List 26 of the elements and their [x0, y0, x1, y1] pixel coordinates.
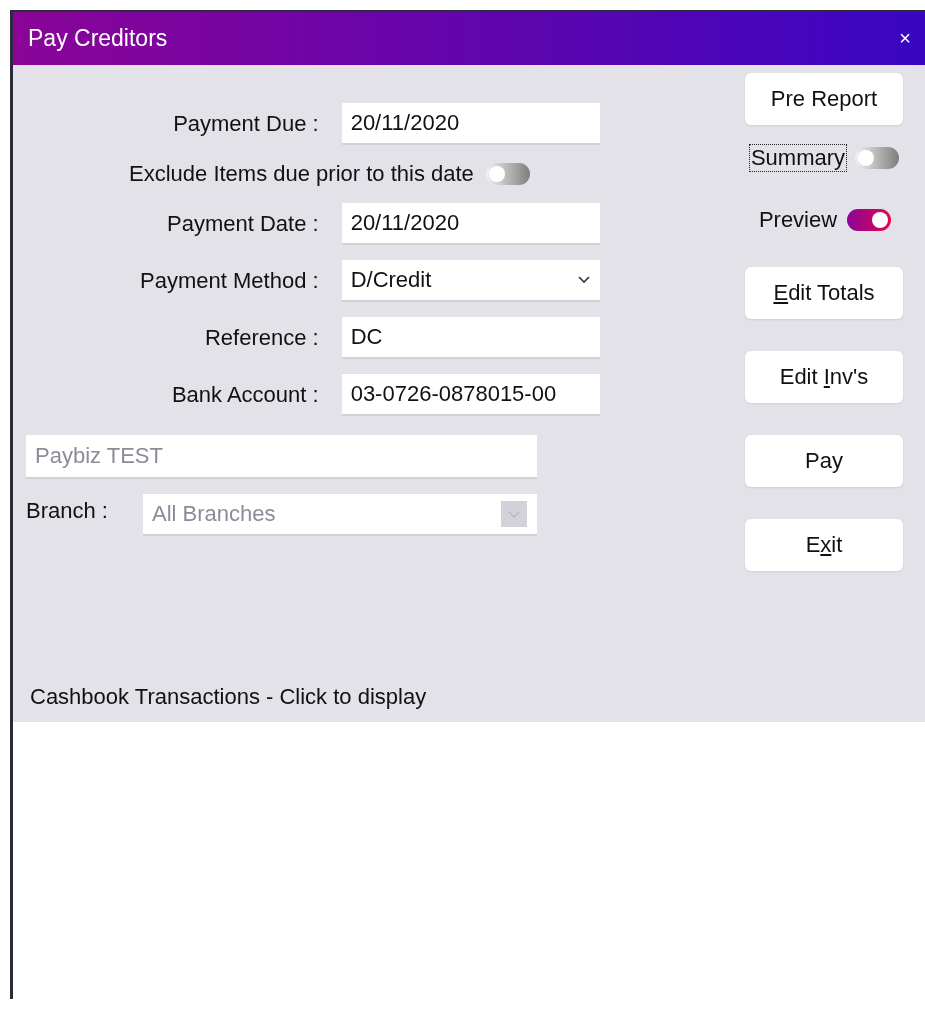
input-field[interactable]: 20/11/2020 — [341, 103, 600, 145]
toggle-switch[interactable] — [485, 163, 530, 185]
input-field[interactable]: DC — [341, 317, 600, 359]
field-label: Payment Date : — [166, 211, 320, 237]
action-button[interactable]: Edit Totals — [745, 267, 903, 319]
field-label: Reference : — [203, 325, 320, 351]
window-title: Pay Creditors — [28, 25, 168, 52]
action-button[interactable]: Exit — [745, 519, 903, 571]
chevron-icon[interactable] — [578, 276, 590, 284]
field-label: Payment Due : — [172, 111, 320, 137]
toggle-switch[interactable] — [855, 147, 900, 169]
input-field[interactable]: 03-0726-0878015-00 — [341, 374, 600, 416]
field-label: Bank Account : — [170, 382, 320, 408]
field-label: Payment Method : — [139, 268, 320, 294]
toggle-label: Exclude Items due prior to this date — [128, 160, 475, 188]
close-button[interactable]: × — [899, 27, 911, 50]
action-button[interactable]: Pay — [745, 435, 903, 487]
input-field[interactable]: 20/11/2020 — [341, 203, 600, 245]
field-label: Branch : — [26, 497, 109, 524]
cashbook-link[interactable]: Cashbook Transactions - Click to display — [13, 684, 925, 722]
action-button[interactable]: Edit Inv's — [745, 351, 903, 403]
toggle-label: Summary — [748, 144, 848, 172]
toggle-label: Preview — [757, 206, 839, 234]
action-button[interactable]: Pre Report — [745, 73, 903, 125]
dropdown-field[interactable]: D/Credit — [341, 260, 600, 302]
toggle-switch[interactable] — [847, 209, 892, 231]
